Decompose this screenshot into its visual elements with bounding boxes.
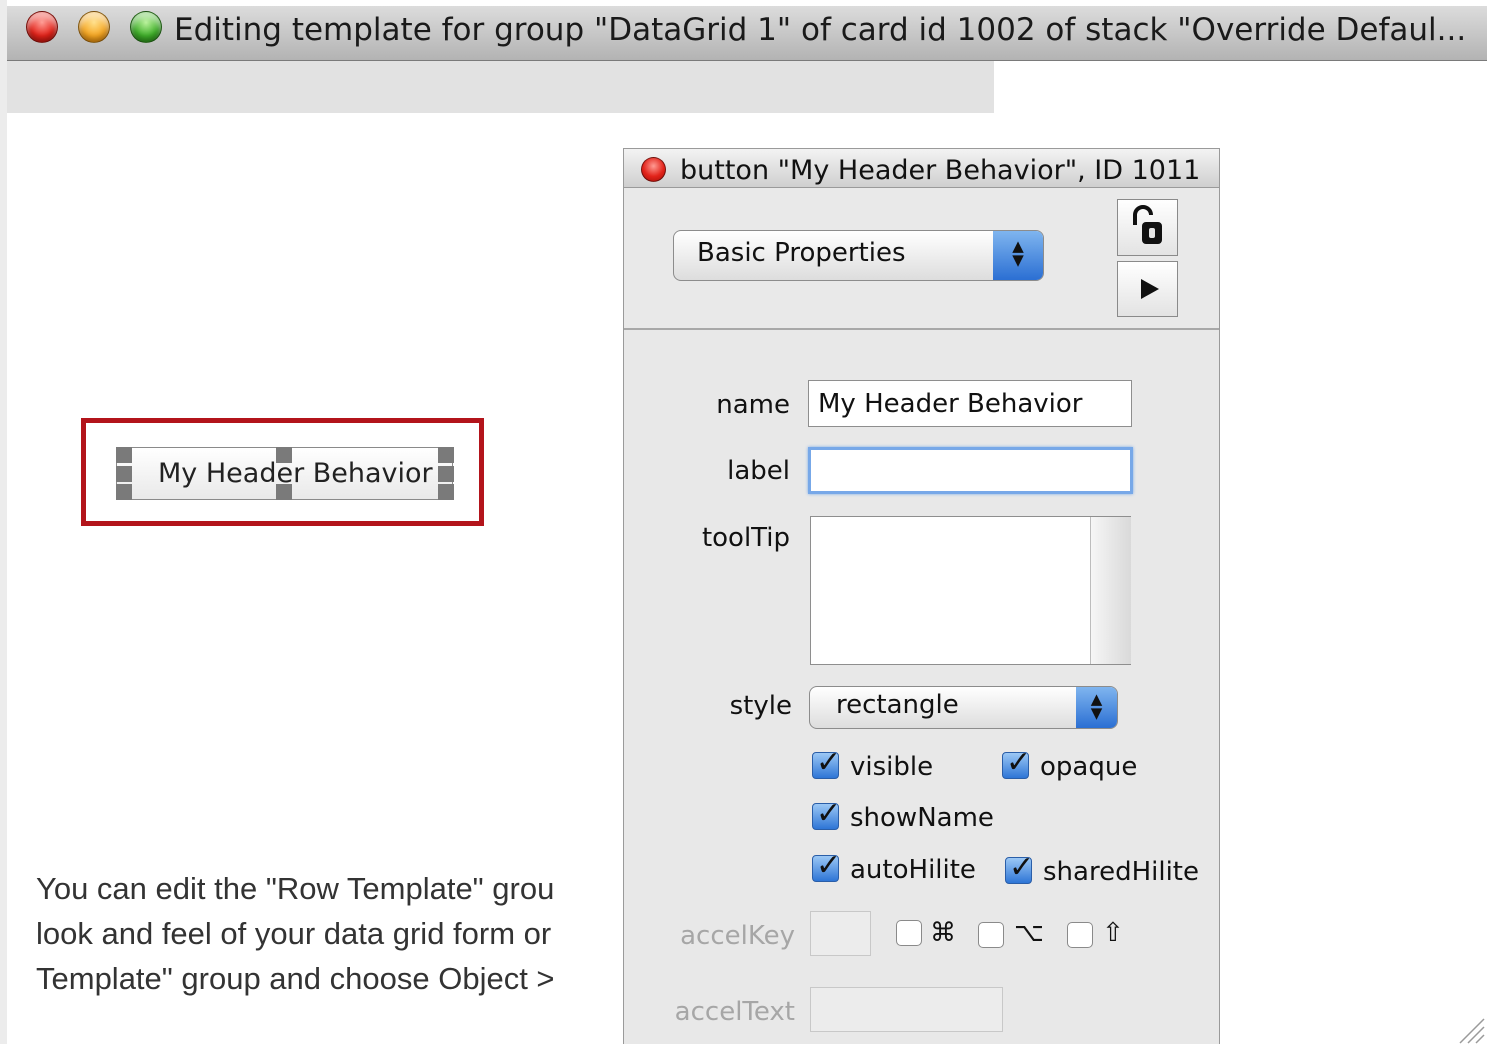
checkmark-icon: ✓: [1006, 745, 1032, 780]
instructions-text: You can edit the "Row Template" grou loo…: [36, 866, 626, 1036]
tooltip-label: toolTip: [701, 523, 790, 553]
checkmark-icon: ✓: [816, 745, 842, 780]
canvas-button-label: My Header Behavior: [158, 458, 433, 489]
style-label: style: [729, 691, 792, 721]
shift-modifier-checkbox[interactable]: [1067, 922, 1093, 948]
autohilite-checkbox-label: autoHilite: [850, 855, 976, 885]
selection-handle[interactable]: [276, 484, 292, 500]
instructions-line: You can edit the "Row Template" grou: [36, 871, 555, 906]
selection-handle[interactable]: [116, 447, 132, 463]
popup-arrows-icon[interactable]: ▲ ▼: [993, 231, 1043, 280]
selection-handle[interactable]: [438, 466, 454, 482]
close-window-button[interactable]: [26, 11, 58, 43]
opaque-checkbox[interactable]: ✓: [1002, 745, 1032, 780]
name-label: name: [716, 390, 790, 420]
accelkey-label: accelKey: [680, 921, 795, 951]
command-modifier-checkbox[interactable]: [896, 920, 922, 946]
selection-handle[interactable]: [276, 447, 292, 463]
window-title: Editing template for group "DataGrid 1" …: [174, 12, 1467, 48]
command-key-icon: ⌘: [930, 918, 956, 948]
lock-toggle-button[interactable]: [1117, 199, 1178, 256]
play-icon: [1141, 279, 1159, 299]
popup-arrows-icon[interactable]: ▲ ▼: [1076, 687, 1117, 728]
zoom-window-button[interactable]: [130, 11, 162, 43]
visible-checkbox[interactable]: ✓: [812, 745, 842, 780]
accelkey-field[interactable]: [810, 911, 871, 956]
sharedhilite-checkbox-label: sharedHilite: [1043, 857, 1199, 887]
close-inspector-button[interactable]: [641, 157, 666, 182]
tooltip-textarea[interactable]: [810, 516, 1131, 665]
inspector-title: button "My Header Behavior", ID 1011: [680, 155, 1201, 186]
label-field[interactable]: [808, 447, 1133, 494]
label-label: label: [727, 456, 790, 486]
showname-checkbox[interactable]: ✓: [812, 796, 842, 831]
resize-grip-icon[interactable]: [1452, 1011, 1485, 1044]
sharedhilite-checkbox[interactable]: ✓: [1005, 850, 1035, 885]
shift-key-icon: ⇧: [1102, 918, 1124, 948]
option-modifier-checkbox[interactable]: [978, 922, 1004, 948]
unlocked-padlock-icon: [1133, 205, 1162, 244]
play-button[interactable]: [1117, 261, 1178, 317]
minimize-window-button[interactable]: [78, 11, 110, 43]
selection-handle[interactable]: [116, 484, 132, 500]
card-header-bar: [7, 61, 994, 113]
checkmark-icon: ✓: [816, 796, 842, 831]
selection-handle[interactable]: [438, 484, 454, 500]
acceltext-field[interactable]: [810, 987, 1003, 1032]
checkmark-icon: ✓: [1009, 850, 1035, 885]
style-popup-value: rectangle: [836, 690, 959, 720]
tooltip-scrollbar[interactable]: [1090, 517, 1131, 664]
selection-handle[interactable]: [116, 466, 132, 482]
showname-checkbox-label: showName: [850, 803, 994, 833]
name-field-value: My Header Behavior: [818, 389, 1083, 419]
pane-selector-value: Basic Properties: [697, 238, 906, 268]
window-left-edge: [0, 0, 7, 1044]
checkmark-icon: ✓: [816, 848, 842, 883]
visible-checkbox-label: visible: [850, 752, 934, 782]
selection-handle[interactable]: [438, 447, 454, 463]
option-key-icon: ⌥: [1014, 918, 1044, 948]
autohilite-checkbox[interactable]: ✓: [812, 848, 842, 883]
acceltext-label: accelText: [674, 997, 795, 1027]
instructions-line: look and feel of your data grid form or: [36, 916, 552, 951]
instructions-line: Template" group and choose Object >: [36, 961, 555, 996]
opaque-checkbox-label: opaque: [1040, 752, 1138, 782]
